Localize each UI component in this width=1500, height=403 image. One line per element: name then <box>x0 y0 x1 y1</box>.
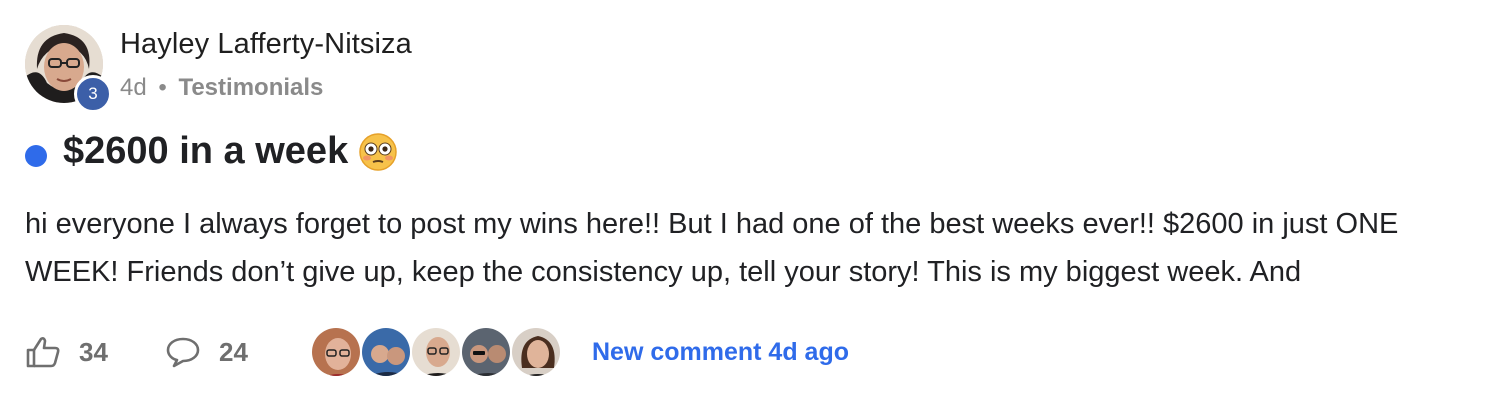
post-title[interactable]: $2600 in a week <box>63 130 348 173</box>
commenter-avatar[interactable] <box>310 326 362 378</box>
commenter-avatar[interactable] <box>460 326 512 378</box>
like-button[interactable]: 34 <box>25 335 165 369</box>
post-title-row[interactable]: $2600 in a week <box>63 130 398 173</box>
post-footer: 34 24 New comment 4d ago <box>25 322 849 382</box>
commenter-avatar[interactable] <box>510 326 562 378</box>
post-category[interactable]: Testimonials <box>178 74 323 101</box>
comment-button[interactable]: 24 <box>165 336 310 368</box>
speech-bubble-icon[interactable] <box>165 336 201 368</box>
commenter-avatar[interactable] <box>360 326 412 378</box>
author-avatar-container[interactable]: 3 <box>25 25 112 113</box>
thumbs-up-icon[interactable] <box>25 335 61 369</box>
post-time: 4d <box>120 74 147 101</box>
community-post: 3 Hayley Lafferty-Nitsiza 4d • Testimoni… <box>0 0 1500 403</box>
commenter-avatars[interactable] <box>310 326 562 378</box>
meta-separator: • <box>158 74 167 101</box>
flushed-face-emoji-icon <box>359 132 397 171</box>
unread-indicator <box>25 145 47 167</box>
new-comment-link[interactable]: New comment 4d ago <box>592 338 849 367</box>
commenter-avatar[interactable] <box>410 326 462 378</box>
post-meta: 4d • Testimonials <box>120 74 323 102</box>
post-body[interactable]: hi everyone I always forget to post my w… <box>25 200 1475 296</box>
like-count: 34 <box>79 336 108 367</box>
comment-count: 24 <box>219 336 248 367</box>
author-name[interactable]: Hayley Lafferty-Nitsiza <box>120 28 412 61</box>
level-badge: 3 <box>74 75 112 113</box>
